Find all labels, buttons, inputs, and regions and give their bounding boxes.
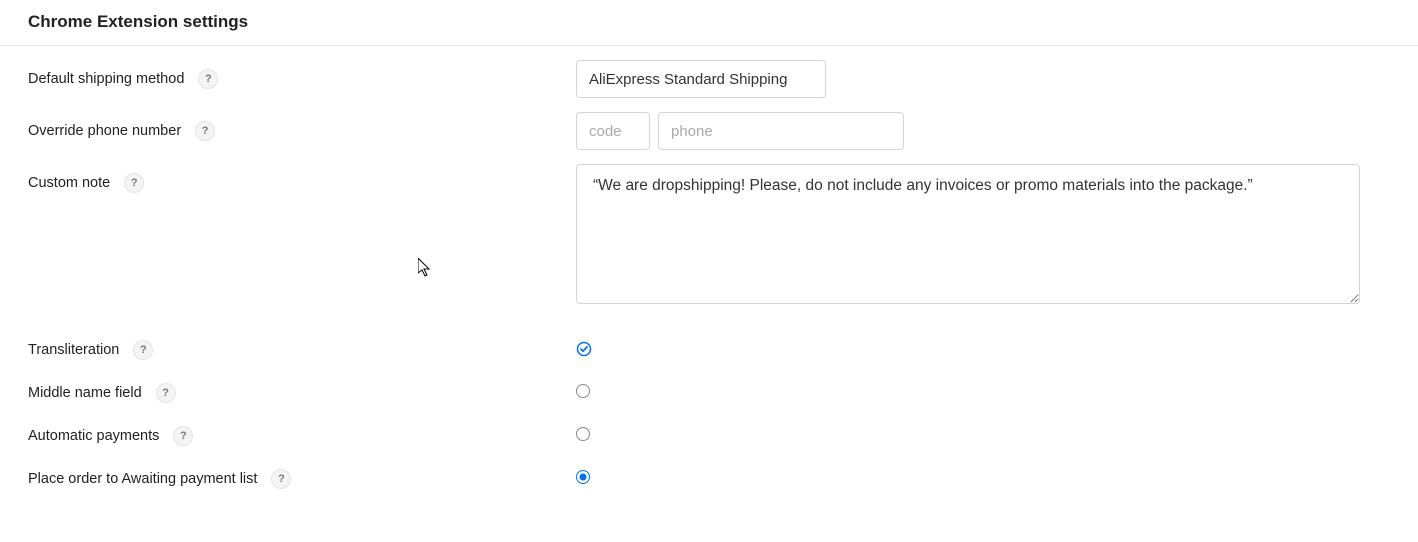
input-col: [576, 112, 1390, 150]
page-title: Chrome Extension settings: [0, 0, 1418, 45]
help-icon[interactable]: ?: [124, 173, 144, 193]
custom-note-label: Custom note: [28, 175, 110, 191]
phone-number-input[interactable]: [658, 112, 904, 150]
help-icon[interactable]: ?: [156, 383, 176, 403]
row-custom-note: Custom note ?: [28, 164, 1390, 307]
override-phone-label: Override phone number: [28, 123, 181, 139]
custom-note-textarea[interactable]: [576, 164, 1360, 304]
help-icon[interactable]: ?: [271, 469, 291, 489]
row-middle-name: Middle name field ?: [28, 374, 1390, 403]
input-col: [576, 331, 1390, 360]
label-col: Transliteration ?: [28, 331, 576, 360]
label-col: Default shipping method ?: [28, 60, 576, 89]
awaiting-payment-radio[interactable]: [576, 470, 590, 484]
awaiting-payment-label: Place order to Awaiting payment list: [28, 471, 257, 487]
settings-form: Default shipping method ? Override phone…: [0, 46, 1418, 517]
automatic-payments-label: Automatic payments: [28, 428, 159, 444]
label-col: Override phone number ?: [28, 112, 576, 141]
label-col: Automatic payments ?: [28, 417, 576, 446]
label-col: Custom note ?: [28, 164, 576, 193]
help-icon[interactable]: ?: [133, 340, 153, 360]
middle-name-label: Middle name field: [28, 385, 142, 401]
help-icon[interactable]: ?: [173, 426, 193, 446]
transliteration-label: Transliteration: [28, 342, 119, 358]
phone-group: [576, 112, 1390, 150]
label-col: Middle name field ?: [28, 374, 576, 403]
help-icon[interactable]: ?: [198, 69, 218, 89]
input-col: [576, 164, 1390, 307]
phone-code-input[interactable]: [576, 112, 650, 150]
middle-name-radio[interactable]: [576, 384, 590, 398]
help-icon[interactable]: ?: [195, 121, 215, 141]
input-col: [576, 417, 1390, 444]
row-transliteration: Transliteration ?: [28, 331, 1390, 360]
automatic-payments-radio[interactable]: [576, 427, 590, 441]
shipping-select[interactable]: [576, 60, 826, 98]
row-awaiting-payment: Place order to Awaiting payment list ?: [28, 460, 1390, 489]
row-override-phone: Override phone number ?: [28, 112, 1390, 150]
row-default-shipping: Default shipping method ?: [28, 60, 1390, 98]
shipping-select-wrap: [576, 60, 826, 98]
label-col: Place order to Awaiting payment list ?: [28, 460, 576, 489]
input-col: [576, 374, 1390, 401]
input-col: [576, 460, 1390, 487]
transliteration-checkbox[interactable]: [576, 341, 592, 357]
input-col: [576, 60, 1390, 98]
default-shipping-label: Default shipping method: [28, 71, 184, 87]
row-automatic-payments: Automatic payments ?: [28, 417, 1390, 446]
